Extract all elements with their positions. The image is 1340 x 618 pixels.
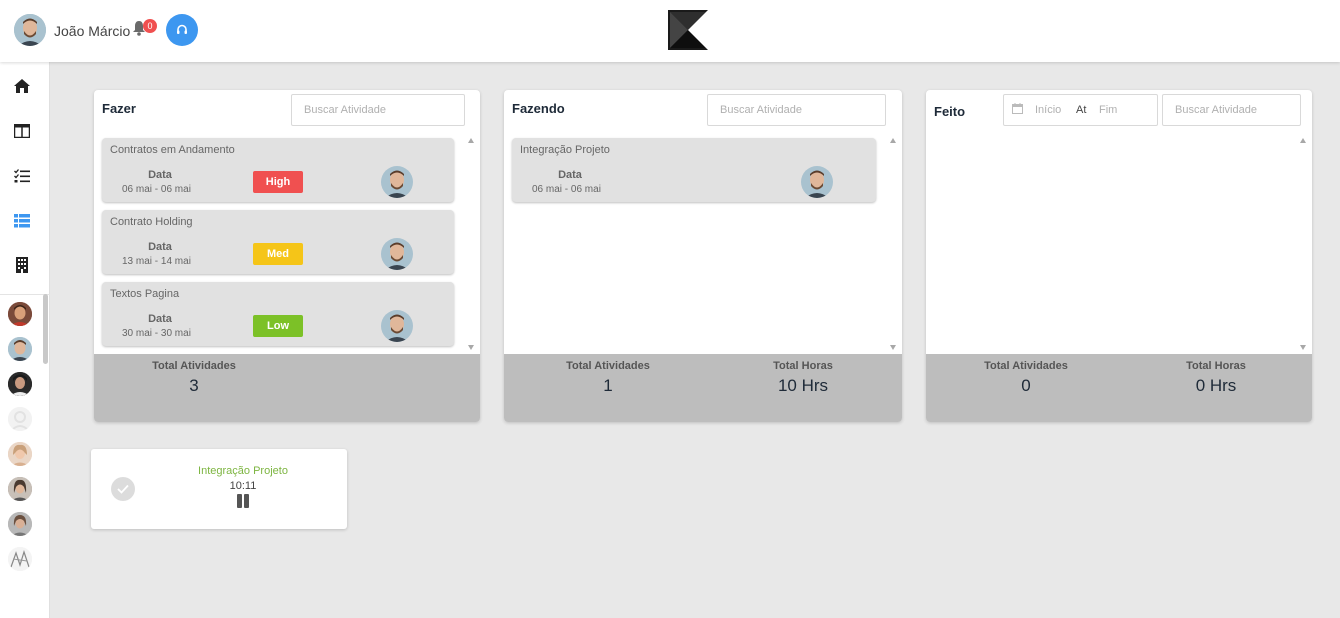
user-name[interactable]: João Márcio (54, 23, 130, 39)
total-activities-value: 0 (1021, 376, 1031, 395)
column-doing: Fazendo Integração Projeto Data 06 mai -… (504, 90, 902, 422)
support-button[interactable] (166, 14, 198, 46)
active-timer-card: Integração Projeto 10:11 (91, 449, 347, 529)
card-dates: 13 mai - 14 mai (122, 256, 191, 267)
home-icon[interactable] (13, 77, 31, 95)
card-title: Contratos em Andamento (110, 144, 235, 156)
timer-elapsed: 10:11 (229, 480, 257, 492)
total-activities-value: 3 (189, 376, 199, 395)
column-scrollbar[interactable] (887, 134, 899, 354)
card-title: Contrato Holding (110, 216, 193, 228)
scroll-up-arrow[interactable] (1300, 138, 1306, 143)
card-data-label: Data (148, 169, 172, 181)
total-activities-label: Total Atividades (152, 360, 236, 372)
scroll-up-arrow[interactable] (890, 138, 896, 143)
calendar-icon (1012, 103, 1023, 117)
scroll-down-arrow[interactable] (890, 345, 896, 350)
assignee-avatar (801, 166, 833, 198)
priority-badge: Med (253, 243, 303, 265)
card-data-label: Data (148, 241, 172, 253)
column-footer: Total Atividades 0 Total Horas 0 Hrs (926, 354, 1312, 422)
team-member-avatar[interactable] (8, 372, 32, 396)
total-hours-label: Total Horas (1186, 360, 1246, 372)
total-activities-label: Total Atividades (984, 360, 1068, 372)
sidebar-scrollbar[interactable] (43, 294, 48, 364)
assignee-avatar (381, 238, 413, 270)
team-member-avatar[interactable] (8, 407, 32, 431)
search-input[interactable] (707, 94, 886, 126)
pause-button[interactable] (236, 494, 250, 508)
team-member-avatar[interactable] (8, 442, 32, 466)
column-todo: Fazer Contratos em Andamento Data 06 mai… (94, 90, 480, 422)
user-avatar[interactable] (14, 14, 46, 46)
card-list: Contratos em Andamento Data 06 mai - 06 … (94, 132, 480, 354)
notification-badge: 0 (143, 19, 157, 33)
total-activities-value: 1 (603, 376, 613, 395)
column-title: Fazer (102, 101, 136, 116)
column-title: Feito (934, 104, 966, 119)
total-hours-value: 0 Hrs (1195, 376, 1237, 395)
total-activities-label: Total Atividades (566, 360, 650, 372)
date-end-field[interactable]: Fim (1099, 104, 1117, 116)
team-member-avatar[interactable] (8, 477, 32, 501)
card-list: Integração Projeto Data 06 mai - 06 mai (504, 132, 902, 354)
timer-task-name: Integração Projeto (198, 465, 288, 477)
column-scrollbar[interactable] (465, 134, 477, 354)
column-footer: Total Atividades 3 (94, 354, 480, 422)
priority-badge: High (253, 171, 303, 193)
scroll-down-arrow[interactable] (468, 345, 474, 350)
assignee-avatar (381, 166, 413, 198)
card-dates: 06 mai - 06 mai (532, 184, 601, 195)
team-member-avatar[interactable] (8, 337, 32, 361)
card-dates: 06 mai - 06 mai (122, 184, 191, 195)
column-title: Fazendo (512, 101, 565, 116)
total-hours-value: 10 Hrs (777, 376, 829, 395)
team-member-avatar[interactable] (8, 512, 32, 536)
priority-badge: Low (253, 315, 303, 337)
date-range-picker[interactable]: Início At Fim (1003, 94, 1158, 126)
team-member-avatar[interactable] (8, 302, 32, 326)
date-separator: At (1076, 104, 1087, 116)
card-dates: 30 mai - 30 mai (122, 328, 191, 339)
scroll-down-arrow[interactable] (1300, 345, 1306, 350)
card-list (926, 132, 1312, 354)
task-card[interactable]: Contrato Holding Data 13 mai - 14 mai Me… (102, 210, 454, 274)
task-card[interactable]: Integração Projeto Data 06 mai - 06 mai (512, 138, 876, 202)
brand-logo[interactable] (668, 10, 708, 50)
top-bar: João Márcio 0 (0, 0, 1340, 62)
date-start-field[interactable]: Início (1035, 104, 1061, 116)
assignee-avatar (381, 310, 413, 342)
team-member-avatar[interactable] (8, 547, 32, 571)
building-icon[interactable] (13, 256, 31, 274)
scroll-up-arrow[interactable] (468, 138, 474, 143)
column-done: Feito Início At Fim Total Atividades 0 T… (926, 90, 1312, 422)
total-hours-label: Total Horas (773, 360, 833, 372)
task-card[interactable]: Contratos em Andamento Data 06 mai - 06 … (102, 138, 454, 202)
pause-icon (237, 494, 249, 508)
column-scrollbar[interactable] (1297, 134, 1309, 354)
card-data-label: Data (148, 313, 172, 325)
search-input[interactable] (291, 94, 465, 126)
card-title: Textos Pagina (110, 288, 180, 300)
task-card[interactable]: Textos Pagina Data 30 mai - 30 mai Low (102, 282, 454, 346)
headset-icon (177, 24, 187, 34)
list-icon[interactable] (13, 212, 31, 230)
card-data-label: Data (558, 169, 582, 181)
checklist-icon[interactable] (13, 167, 31, 185)
sidebar (0, 62, 50, 618)
board-icon[interactable] (13, 122, 31, 140)
column-footer: Total Atividades 1 Total Horas 10 Hrs (504, 354, 902, 422)
card-title: Integração Projeto (520, 144, 610, 156)
search-input[interactable] (1162, 94, 1301, 126)
